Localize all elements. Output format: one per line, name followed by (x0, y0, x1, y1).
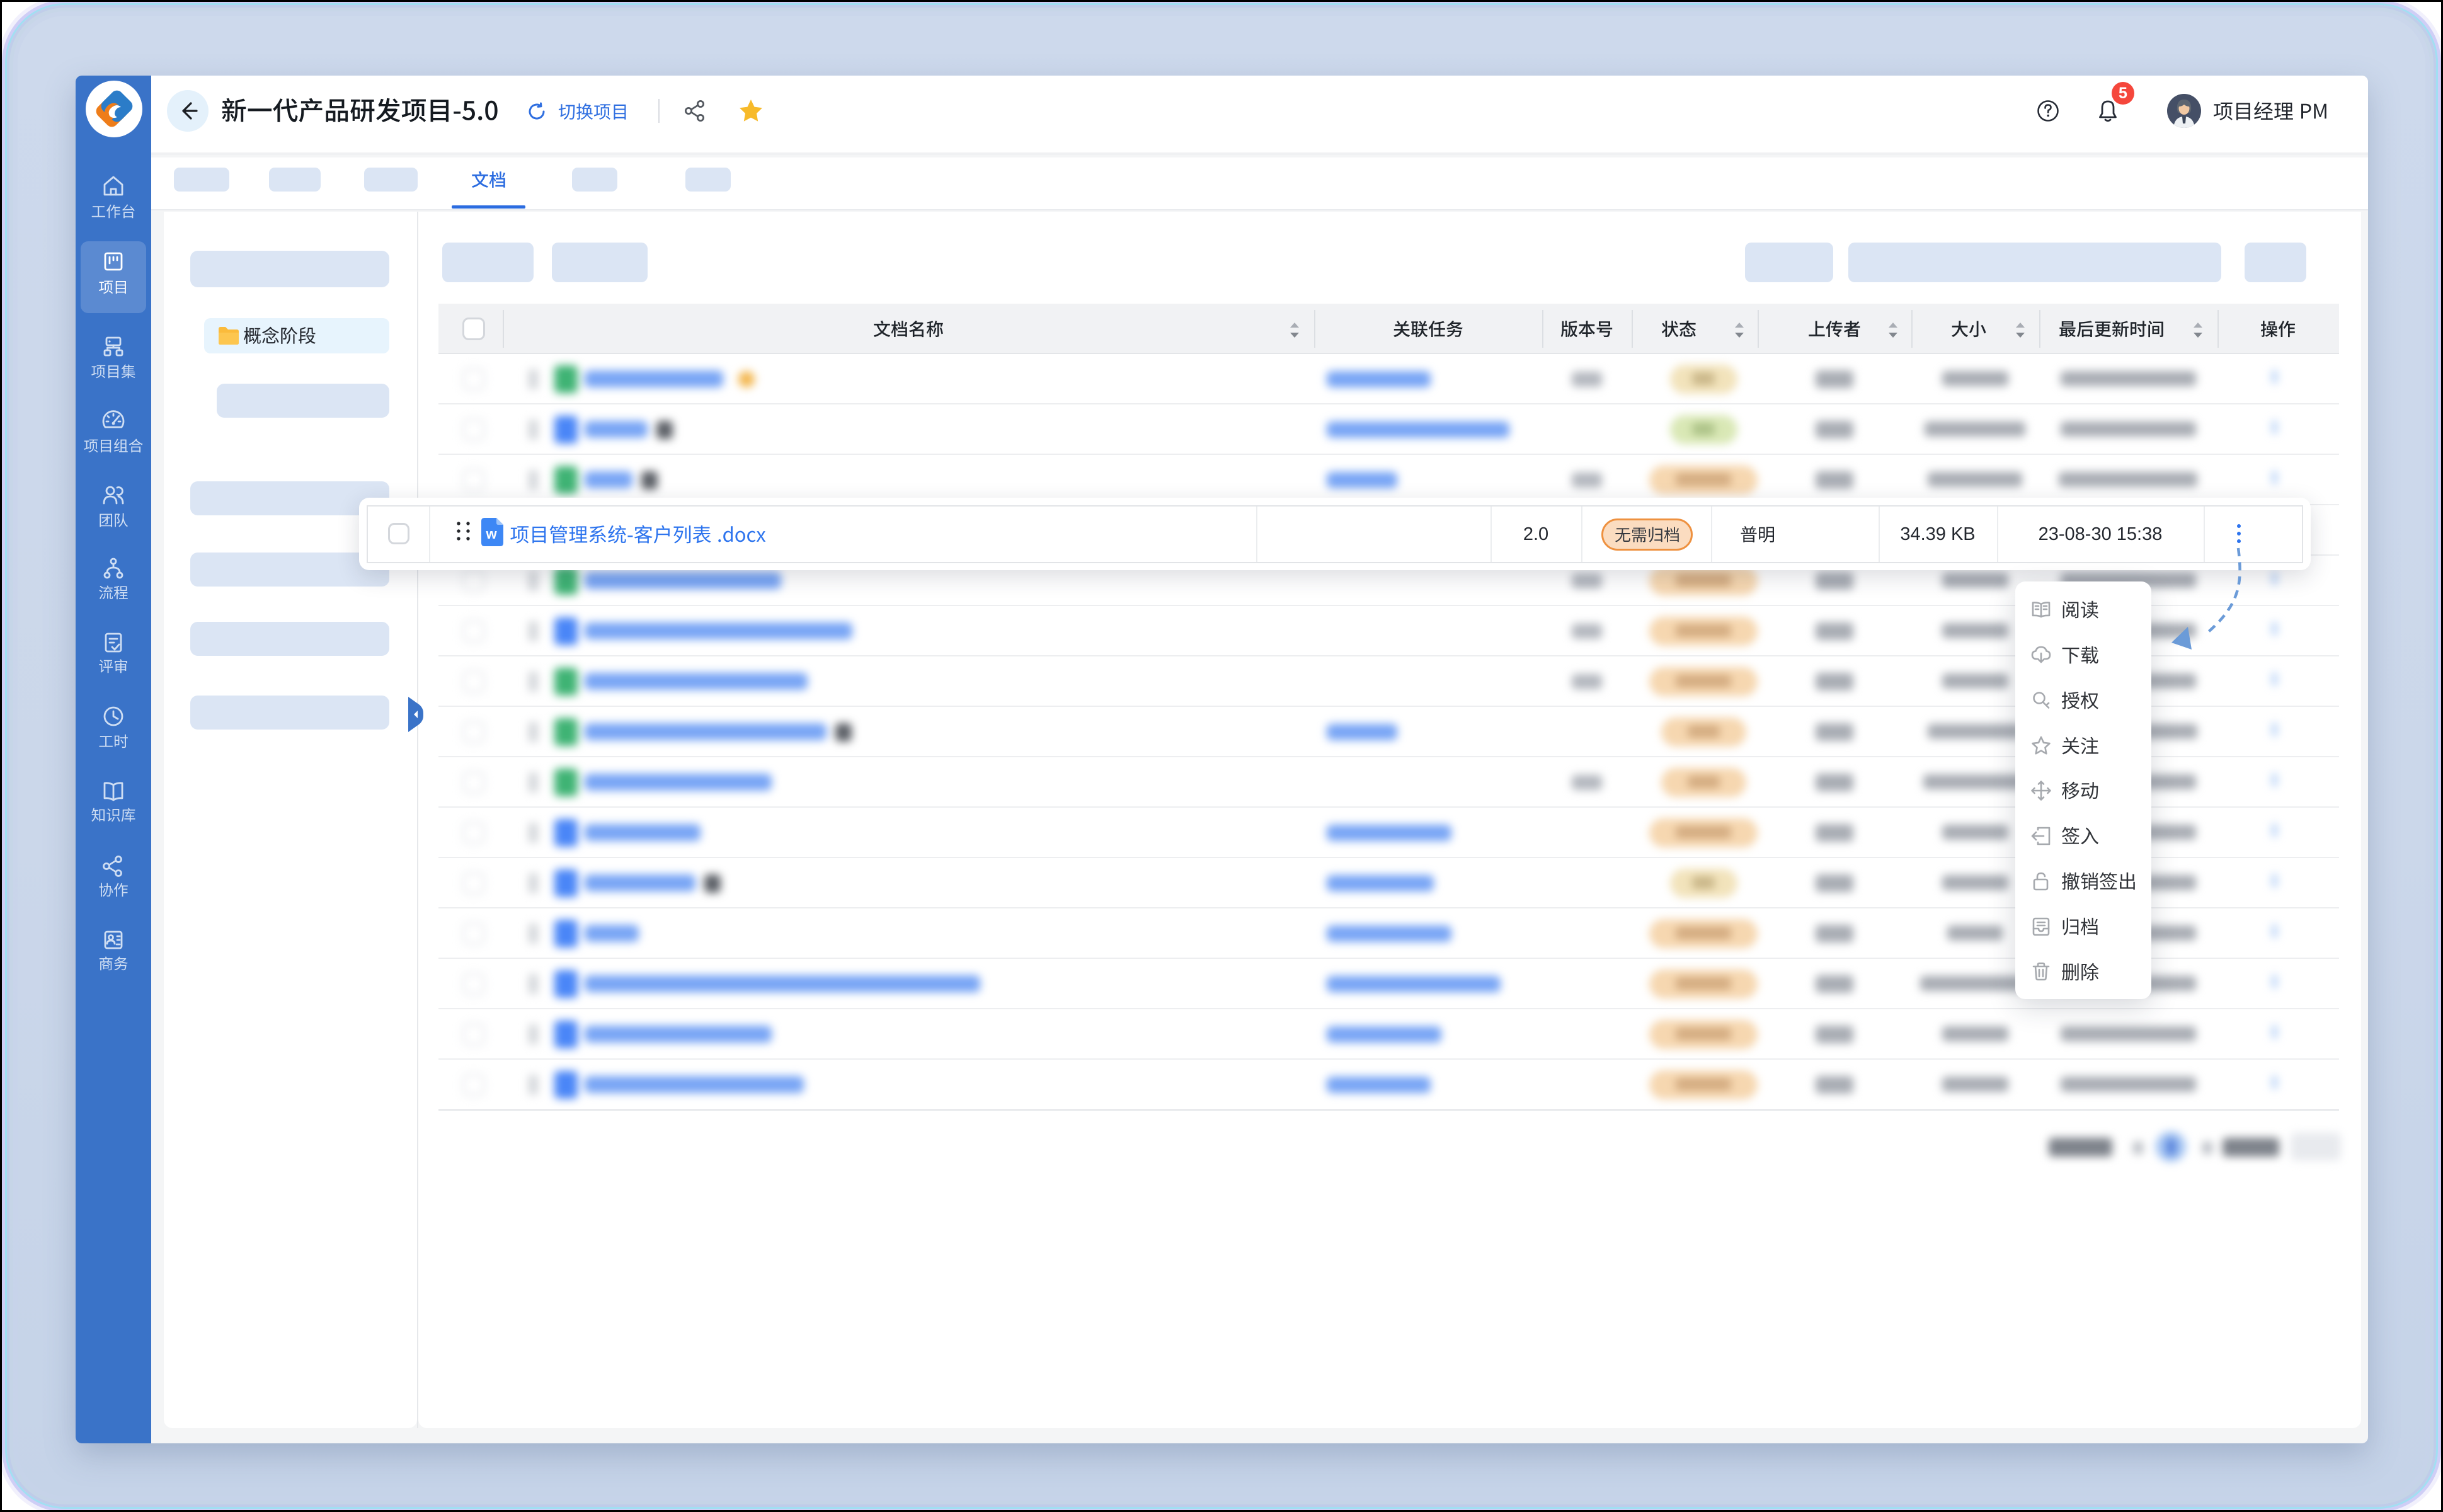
svg-text:w: w (485, 526, 497, 542)
